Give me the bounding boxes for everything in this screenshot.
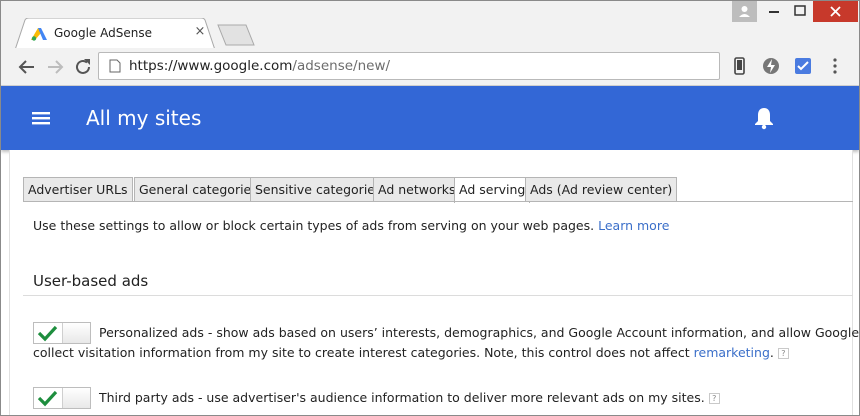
remarketing-link[interactable]: remarketing — [694, 345, 770, 360]
section-divider — [23, 295, 853, 296]
browser-window: Google AdSense × https://www.google.com/… — [0, 0, 860, 416]
back-icon[interactable] — [15, 55, 39, 79]
tab-general-categories[interactable]: General categories — [134, 177, 263, 202]
tab-ad-serving[interactable]: Ad serving — [454, 177, 531, 203]
reload-icon[interactable] — [71, 55, 95, 79]
tab-close-icon[interactable]: × — [192, 24, 208, 40]
third-party-ads-text: Third party ads - use advertiser's audie… — [99, 388, 720, 408]
intro-text: Use these settings to allow or block cer… — [33, 218, 669, 233]
page-icon — [109, 59, 121, 73]
new-tab-button[interactable] — [217, 24, 255, 46]
url-path: /adsense/new/ — [292, 58, 391, 74]
url-text: https://www.google.com/adsense/new/ — [129, 58, 390, 74]
maximize-button[interactable] — [787, 1, 813, 22]
personalized-ads-line2: collect visitation information from my s… — [33, 343, 789, 363]
browser-toolbar: https://www.google.com/adsense/new/ — [1, 48, 859, 86]
personalized-ads-line2-text: collect visitation information from my s… — [33, 345, 690, 360]
personalized-ads-line1: Personalized ads - show ads based on use… — [99, 325, 859, 340]
tab-ad-networks[interactable]: Ad networks — [373, 177, 461, 202]
section-title: User-based ads — [33, 272, 149, 290]
browser-tab[interactable]: Google AdSense × — [15, 18, 215, 50]
tabs-divider — [23, 201, 853, 202]
help-icon[interactable]: ? — [777, 348, 789, 359]
url-host: https://www.google.com — [129, 58, 293, 74]
check-extension-icon[interactable] — [793, 56, 813, 76]
bell-icon[interactable] — [753, 106, 775, 130]
toggle-off-side — [63, 323, 90, 343]
page-viewport: All my sites Advertiser URLs General cat… — [1, 86, 859, 415]
address-bar[interactable]: https://www.google.com/adsense/new/ — [98, 52, 720, 80]
personalized-ads-toggle[interactable] — [33, 322, 91, 344]
third-party-ads-label: Third party ads - use advertiser's audie… — [99, 390, 705, 405]
help-icon[interactable]: ? — [708, 393, 720, 404]
checkmark-icon — [37, 325, 58, 342]
phone-icon[interactable] — [729, 56, 749, 76]
tab-strip: Google AdSense × — [1, 1, 859, 50]
close-icon — [830, 6, 841, 17]
third-party-ads-toggle[interactable] — [33, 387, 91, 409]
app-bar: All my sites — [1, 86, 859, 150]
close-window-button[interactable] — [813, 1, 858, 22]
forward-icon[interactable] — [43, 55, 67, 79]
bolt-icon[interactable] — [761, 56, 781, 76]
learn-more-link[interactable]: Learn more — [598, 218, 669, 233]
tab-title: Google AdSense — [54, 26, 152, 40]
hamburger-menu-icon[interactable] — [31, 110, 51, 126]
tab-ads-review-center[interactable]: Ads (Ad review center) — [525, 177, 678, 202]
period: . — [769, 345, 774, 360]
toggle-off-side — [63, 388, 90, 408]
adsense-favicon-icon — [31, 28, 47, 41]
person-icon — [739, 6, 750, 17]
page-title: All my sites — [86, 106, 202, 130]
kebab-menu-icon[interactable] — [825, 56, 845, 76]
intro-sentence: Use these settings to allow or block cer… — [33, 218, 595, 233]
minimize-button[interactable] — [761, 1, 787, 22]
checkmark-icon — [37, 390, 58, 407]
tab-advertiser-urls[interactable]: Advertiser URLs — [23, 177, 133, 202]
tab-sensitive-categories[interactable]: Sensitive categories — [250, 177, 387, 202]
user-profile-button[interactable] — [732, 1, 757, 22]
